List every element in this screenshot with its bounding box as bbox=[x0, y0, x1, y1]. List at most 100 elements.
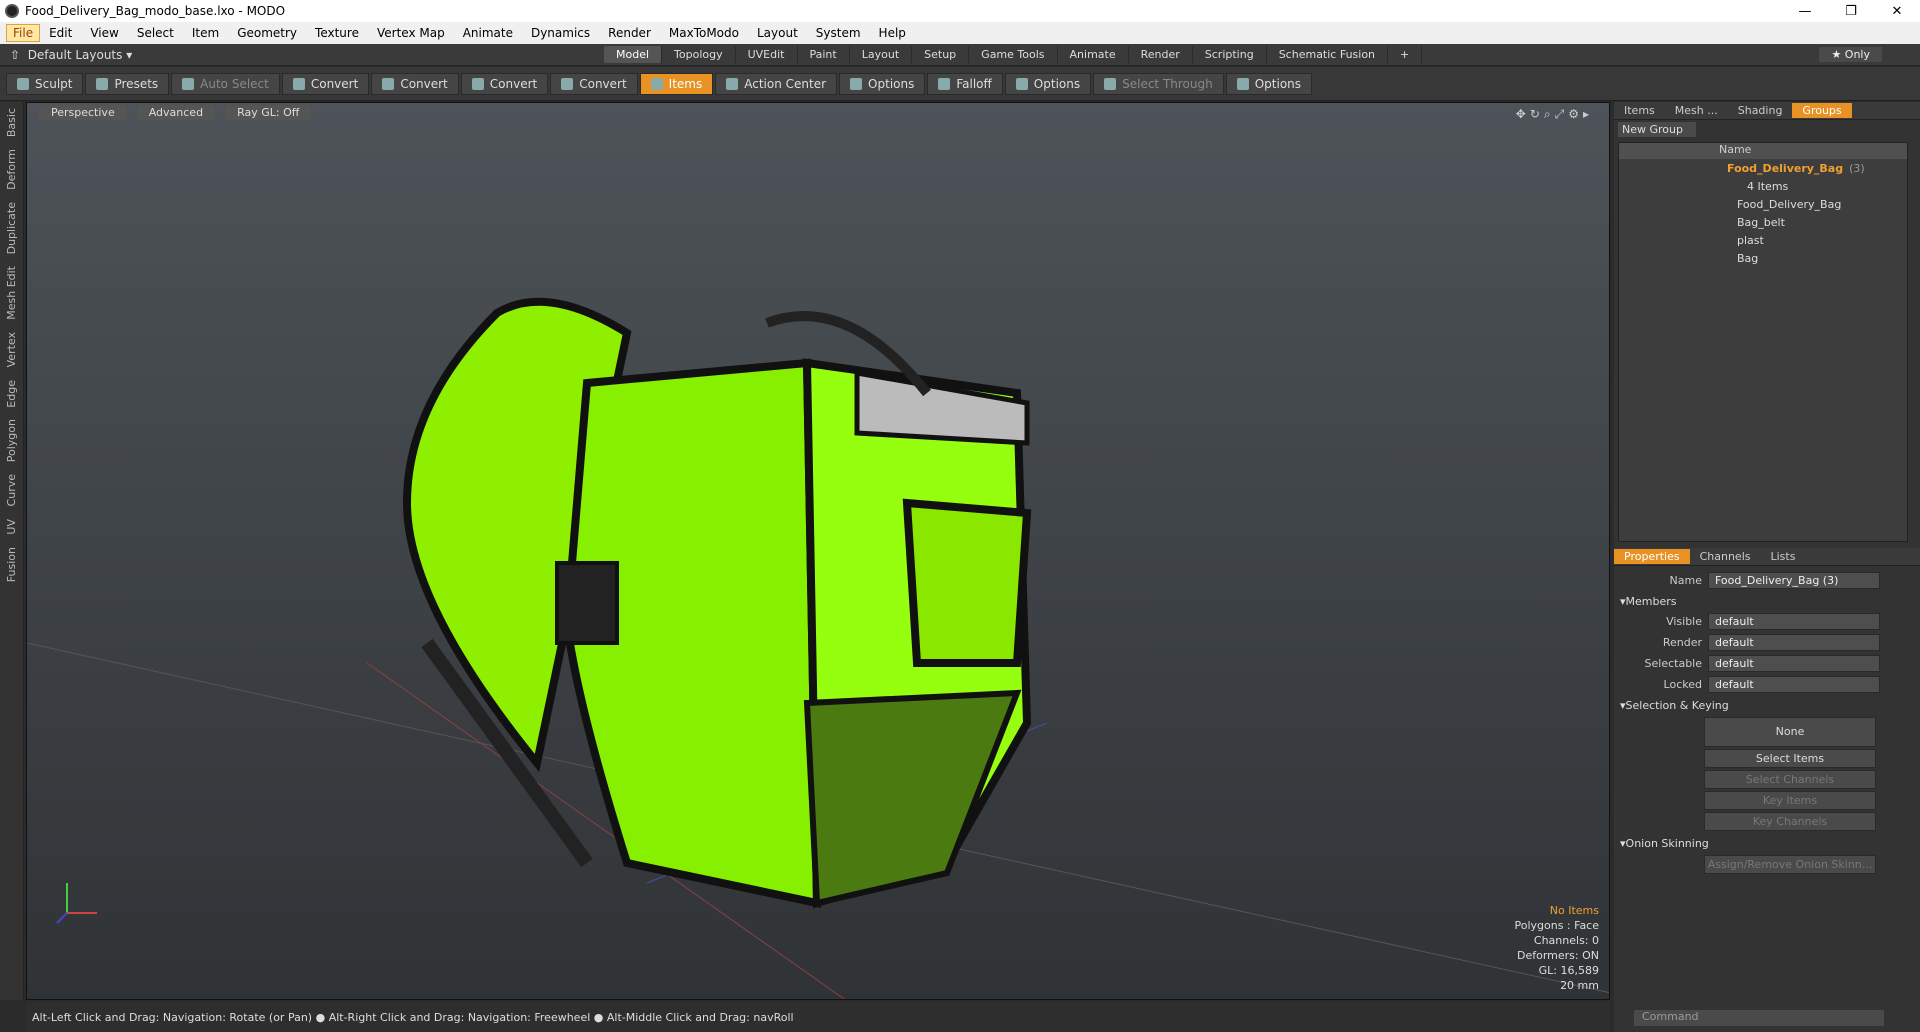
tab-uvedit[interactable]: UVEdit bbox=[735, 46, 798, 63]
group-row[interactable]: Food_Delivery_Bag (3) bbox=[1619, 159, 1907, 177]
tab-layout[interactable]: Layout bbox=[849, 46, 913, 63]
lefttab-vertex[interactable]: Vertex bbox=[0, 326, 23, 373]
list-item[interactable]: Bag_belt bbox=[1619, 213, 1907, 231]
lefttab-deform[interactable]: Deform bbox=[0, 143, 23, 196]
tab-lists[interactable]: Lists bbox=[1761, 549, 1806, 564]
close-icon[interactable]: ✕ bbox=[1874, 4, 1920, 19]
locked-row: Locked default bbox=[1614, 674, 1920, 695]
menu-dynamics[interactable]: Dynamics bbox=[522, 24, 599, 42]
visible-row: Visible default bbox=[1614, 611, 1920, 632]
tab-channels[interactable]: Channels bbox=[1690, 549, 1761, 564]
tab-topology[interactable]: Topology bbox=[662, 46, 736, 63]
lefttab-basic[interactable]: Basic bbox=[0, 102, 23, 143]
presets-button[interactable]: Presets bbox=[85, 72, 170, 95]
menu-item[interactable]: Item bbox=[183, 24, 228, 42]
action-center-button[interactable]: Action Center bbox=[715, 72, 838, 95]
none-button[interactable]: None bbox=[1704, 717, 1876, 747]
group-items-count: 4 Items bbox=[1747, 179, 1789, 193]
layouts-dropdown[interactable]: ⇧ Default Layouts ▾ bbox=[10, 48, 132, 62]
polygons-label: Polygons : Face bbox=[1514, 919, 1599, 932]
viewport-info: No Items Polygons : Face Channels: 0 Def… bbox=[1514, 903, 1599, 993]
options-button-1[interactable]: Options bbox=[839, 72, 926, 95]
only-toggle[interactable]: ★ Only bbox=[1819, 47, 1882, 62]
menu-animate[interactable]: Animate bbox=[454, 24, 522, 42]
tab-setup[interactable]: Setup bbox=[912, 46, 970, 63]
channels-label: Channels: 0 bbox=[1533, 934, 1599, 947]
panel-tabs: Items Mesh ... Shading Groups bbox=[1614, 102, 1920, 120]
key-channels-button[interactable]: Key Channels bbox=[1704, 812, 1876, 831]
tab-game-tools[interactable]: Game Tools bbox=[969, 46, 1058, 63]
status-bar: Alt-Left Click and Drag: Navigation: Rot… bbox=[26, 1002, 1610, 1032]
menu-render[interactable]: Render bbox=[599, 24, 660, 42]
assign-onion-button[interactable]: Assign/Remove Onion Skinn... bbox=[1704, 855, 1876, 874]
tab-properties[interactable]: Properties bbox=[1614, 549, 1690, 564]
left-tool-tabs: Basic Deform Duplicate Mesh Edit Vertex … bbox=[0, 102, 24, 1000]
tool-bar: Sculpt Presets Auto Select Convert Conve… bbox=[0, 67, 1920, 101]
name-field[interactable]: Food_Delivery_Bag (3) bbox=[1708, 572, 1880, 589]
menu-geometry[interactable]: Geometry bbox=[228, 24, 306, 42]
visible-select[interactable]: default bbox=[1708, 613, 1880, 630]
sculpt-button[interactable]: Sculpt bbox=[6, 72, 84, 95]
tab-model[interactable]: Model bbox=[604, 46, 663, 63]
auto-select-button[interactable]: Auto Select bbox=[171, 72, 280, 95]
menu-maxtomodo[interactable]: MaxToModo bbox=[660, 24, 748, 42]
convert-button-3[interactable]: Convert bbox=[460, 72, 549, 95]
new-group-button[interactable]: New Group bbox=[1618, 122, 1696, 137]
tab-groups[interactable]: Groups bbox=[1792, 103, 1852, 118]
menu-layout[interactable]: Layout bbox=[748, 24, 807, 42]
tab-render[interactable]: Render bbox=[1128, 46, 1193, 63]
add-tab-button[interactable]: + bbox=[1388, 46, 1423, 63]
command-input[interactable]: Command bbox=[1634, 1010, 1884, 1026]
tab-shading[interactable]: Shading bbox=[1728, 103, 1793, 118]
convert-button-4[interactable]: Convert bbox=[550, 72, 638, 95]
list-item[interactable]: plast bbox=[1619, 231, 1907, 249]
axis-gizmo bbox=[56, 883, 97, 924]
tab-items[interactable]: Items bbox=[1614, 103, 1665, 118]
menu-vertex-map[interactable]: Vertex Map bbox=[368, 24, 454, 42]
convert-button-2[interactable]: Convert bbox=[371, 72, 459, 95]
lefttab-polygon[interactable]: Polygon bbox=[0, 413, 23, 468]
members-section[interactable]: ▾ Members bbox=[1614, 591, 1920, 611]
menu-file[interactable]: File bbox=[6, 24, 41, 42]
lefttab-fusion[interactable]: Fusion bbox=[0, 541, 23, 588]
select-items-button[interactable]: Select Items bbox=[1704, 749, 1876, 768]
minimize-icon[interactable]: — bbox=[1782, 4, 1828, 19]
lefttab-uv[interactable]: UV bbox=[0, 513, 23, 541]
tab-mesh[interactable]: Mesh ... bbox=[1665, 103, 1728, 118]
options-button-3[interactable]: Options bbox=[1225, 72, 1313, 95]
options-button-2[interactable]: Options bbox=[1004, 72, 1092, 95]
tab-scripting[interactable]: Scripting bbox=[1192, 46, 1267, 63]
menu-system[interactable]: System bbox=[807, 24, 870, 42]
menu-texture[interactable]: Texture bbox=[306, 24, 368, 42]
onion-skinning-section[interactable]: ▾ Onion Skinning bbox=[1614, 833, 1920, 853]
tab-animate[interactable]: Animate bbox=[1057, 46, 1129, 63]
selection-keying-section[interactable]: ▾ Selection & Keying bbox=[1614, 695, 1920, 715]
tab-paint[interactable]: Paint bbox=[797, 46, 850, 63]
lefttab-curve[interactable]: Curve bbox=[0, 468, 23, 512]
falloff-button[interactable]: Falloff bbox=[927, 72, 1003, 95]
key-items-button[interactable]: Key Items bbox=[1704, 791, 1876, 810]
select-through-button[interactable]: Select Through bbox=[1093, 72, 1224, 95]
render-select[interactable]: default bbox=[1708, 634, 1880, 651]
3d-viewport[interactable]: Perspective Advanced Ray GL: Off ✥↻⌕⤢⚙▸ … bbox=[26, 102, 1610, 1000]
maximize-icon[interactable]: ❐ bbox=[1828, 4, 1874, 19]
menu-help[interactable]: Help bbox=[870, 24, 915, 42]
menu-bar: File Edit View Select Item Geometry Text… bbox=[0, 22, 1920, 44]
selectable-select[interactable]: default bbox=[1708, 655, 1880, 672]
convert-button-1[interactable]: Convert bbox=[281, 72, 370, 95]
items-mode-button[interactable]: Items bbox=[639, 72, 714, 95]
status-text: Alt-Left Click and Drag: Navigation: Rot… bbox=[32, 1010, 794, 1024]
tab-schematic-fusion[interactable]: Schematic Fusion bbox=[1266, 46, 1389, 63]
lefttab-duplicate[interactable]: Duplicate bbox=[0, 196, 23, 260]
name-column-header[interactable]: Name bbox=[1619, 143, 1907, 159]
menu-select[interactable]: Select bbox=[128, 24, 183, 42]
menu-edit[interactable]: Edit bbox=[40, 24, 81, 42]
lefttab-mesh-edit[interactable]: Mesh Edit bbox=[0, 260, 23, 326]
no-items-label: No Items bbox=[1549, 904, 1599, 917]
locked-select[interactable]: default bbox=[1708, 676, 1880, 693]
menu-view[interactable]: View bbox=[81, 24, 127, 42]
lefttab-edge[interactable]: Edge bbox=[0, 374, 23, 414]
select-channels-button[interactable]: Select Channels bbox=[1704, 770, 1876, 789]
list-item[interactable]: Bag bbox=[1619, 249, 1907, 267]
list-item[interactable]: Food_Delivery_Bag bbox=[1619, 195, 1907, 213]
